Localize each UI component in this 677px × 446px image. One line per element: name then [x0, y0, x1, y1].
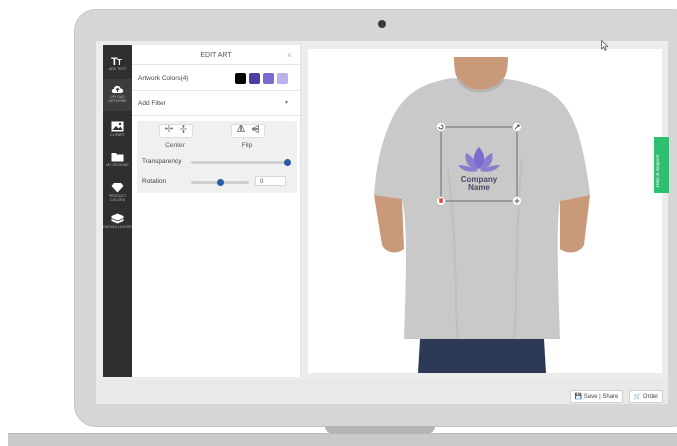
cloud-upload-icon — [111, 85, 124, 93]
tool-sidebar: T T ADD TEXT UPLOAD ARTWORK CLIPART MY D… — [103, 45, 132, 377]
app-screen: T T ADD TEXT UPLOAD ARTWORK CLIPART MY D… — [96, 41, 668, 404]
help-support-tab[interactable]: Help & Support — [654, 137, 669, 193]
edit-art-panel: EDIT ART × Artwork Colors(4) Add Filter … — [132, 45, 301, 377]
flip-horizontal-icon — [236, 124, 245, 132]
center-vertical-button[interactable] — [176, 124, 191, 137]
resize-handle-icon[interactable] — [512, 122, 522, 132]
center-button-group — [159, 124, 193, 138]
svg-text:T: T — [117, 58, 122, 66]
sidebar-item-label: MY DESIGNS — [106, 163, 129, 167]
transparency-slider[interactable] — [191, 161, 287, 164]
sidebar-item-design-layers[interactable]: DESIGN LAYERS — [103, 213, 132, 229]
cart-icon: 🛒 — [633, 394, 642, 400]
sidebar-item-add-text[interactable]: T T ADD TEXT — [103, 55, 132, 71]
align-vertical-icon — [180, 124, 187, 134]
order-label: Order — [642, 394, 659, 400]
move-handle-icon[interactable] — [512, 196, 522, 206]
logo-text-line2: Name — [468, 183, 490, 192]
design-canvas[interactable]: Company Name — [308, 49, 662, 373]
sidebar-item-my-designs[interactable]: MY DESIGNS — [103, 151, 132, 167]
rotation-input[interactable]: 0 — [255, 176, 286, 186]
save-share-label: Save | Share — [583, 394, 619, 400]
flip-horizontal-button[interactable] — [233, 124, 248, 137]
close-icon[interactable]: × — [287, 51, 292, 60]
sidebar-item-label: DESIGN LAYERS — [103, 225, 132, 229]
image-icon — [111, 121, 124, 132]
panel-title: EDIT ART — [200, 52, 232, 59]
rotation-label: Rotation — [142, 178, 167, 185]
sidebar-item-label: UPLOAD ARTWORK — [108, 95, 127, 103]
color-swatch[interactable] — [249, 73, 260, 84]
diamond-icon — [111, 183, 124, 193]
add-filter-dropdown[interactable]: Add Filter — [138, 100, 166, 107]
mouse-cursor-icon — [601, 40, 609, 51]
order-button[interactable]: 🛒 Order — [629, 390, 663, 403]
tshirt-mockup: Company Name — [374, 57, 590, 373]
delete-handle-icon[interactable] — [436, 196, 446, 206]
sidebar-item-label: ADD TEXT — [108, 67, 127, 71]
center-label: Center — [165, 142, 185, 149]
rotate-handle-icon[interactable] — [436, 122, 446, 132]
sidebar-item-label: CLIPART — [110, 133, 125, 137]
flip-vertical-button[interactable] — [248, 124, 263, 137]
transparency-label: Transparency — [142, 158, 182, 165]
sidebar-item-clipart[interactable]: CLIPART — [103, 121, 132, 137]
flip-vertical-icon — [251, 124, 259, 134]
align-horizontal-icon — [164, 125, 173, 132]
folder-icon — [111, 153, 124, 162]
layers-icon — [111, 213, 124, 224]
transform-tools: Center Flip Transparency Rotation 0 — [137, 121, 297, 193]
color-swatch[interactable] — [263, 73, 274, 84]
save-icon: 💾 — [574, 394, 583, 400]
chevron-down-icon[interactable]: ▾ — [285, 99, 288, 106]
sidebar-item-upload-artwork[interactable]: UPLOAD ARTWORK — [103, 79, 132, 111]
artwork-colors-label: Artwork Colors(4) — [138, 75, 189, 82]
flip-label: Flip — [241, 142, 253, 149]
divider — [132, 64, 300, 65]
webcam — [378, 20, 386, 28]
divider — [132, 90, 300, 91]
flip-button-group — [231, 124, 265, 138]
sidebar-item-label: PRODUCT COLORS — [108, 194, 127, 202]
save-share-button[interactable]: 💾 Save | Share — [570, 390, 623, 403]
laptop-base — [8, 433, 677, 446]
color-swatch[interactable] — [235, 73, 246, 84]
color-swatch[interactable] — [277, 73, 288, 84]
center-horizontal-button[interactable] — [161, 125, 176, 137]
divider — [132, 115, 300, 116]
help-support-label: Help & Support — [656, 154, 661, 187]
transparency-slider-thumb[interactable] — [283, 159, 291, 166]
text-icon: T T — [111, 56, 122, 66]
sidebar-item-product-colors[interactable]: PRODUCT COLORS — [103, 182, 132, 202]
rotation-slider-thumb[interactable] — [216, 179, 224, 186]
